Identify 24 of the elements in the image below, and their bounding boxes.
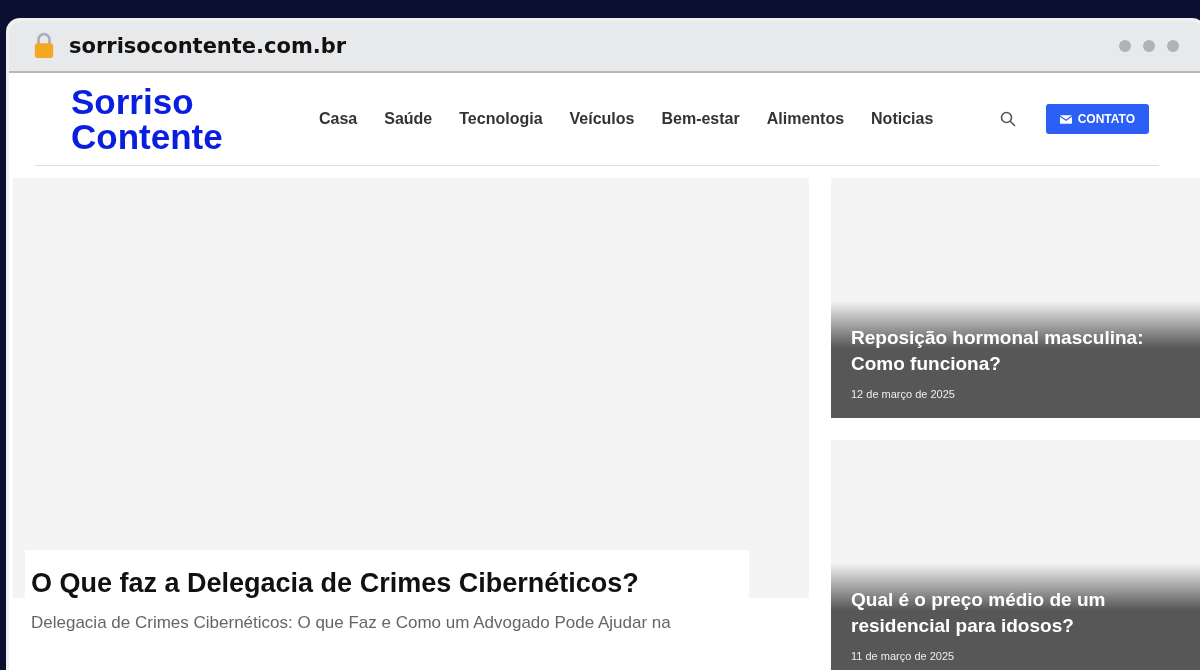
- padlock-icon: [33, 32, 55, 60]
- nav-link[interactable]: Noticias: [871, 110, 934, 128]
- post-card[interactable]: Reposição hormonal masculina: Como funciona? 12 de março de 2025: [831, 178, 1200, 418]
- search-icon[interactable]: [999, 111, 1016, 127]
- post-card[interactable]: Qual é o preço médio de um residencial para idosos? 11 de março de 2025: [831, 440, 1200, 670]
- window-dot-icon[interactable]: [1119, 40, 1131, 52]
- window-dot-icon[interactable]: [1167, 40, 1179, 52]
- nav-link[interactable]: Saúde: [384, 110, 433, 128]
- article-excerpt: Delegacia de Crimes Cibernéticos: O que Faz e Como um Advogado Pode Ajudar na: [31, 613, 672, 633]
- nav-link[interactable]: Veículos: [569, 110, 635, 128]
- article-title[interactable]: O Que faz a Delegacia de Crimes Cibernéticos?: [31, 568, 739, 599]
- nav-link[interactable]: Tecnologia: [459, 110, 543, 128]
- nav-link[interactable]: Alimentos: [766, 110, 845, 128]
- post-date: 12 de março de 2025: [851, 388, 955, 400]
- post-date: 11 de março de 2025: [851, 650, 955, 662]
- post-title[interactable]: Qual é o preço médio de um residencial para idosos?: [851, 586, 1151, 640]
- envelope-icon: [1059, 114, 1072, 124]
- contact-button[interactable]: CONTATO: [1045, 104, 1149, 134]
- nav-link[interactable]: Bem-estar: [661, 110, 740, 128]
- post-title[interactable]: Reposição hormonal masculina: Como funciona?: [851, 324, 1151, 378]
- site-logo[interactable]: Sorriso Contente: [71, 84, 271, 154]
- address-text[interactable]: sorrisocontente.com.br: [69, 34, 347, 58]
- nav-link[interactable]: Casa: [319, 110, 358, 128]
- window-dot-icon[interactable]: [1143, 40, 1155, 52]
